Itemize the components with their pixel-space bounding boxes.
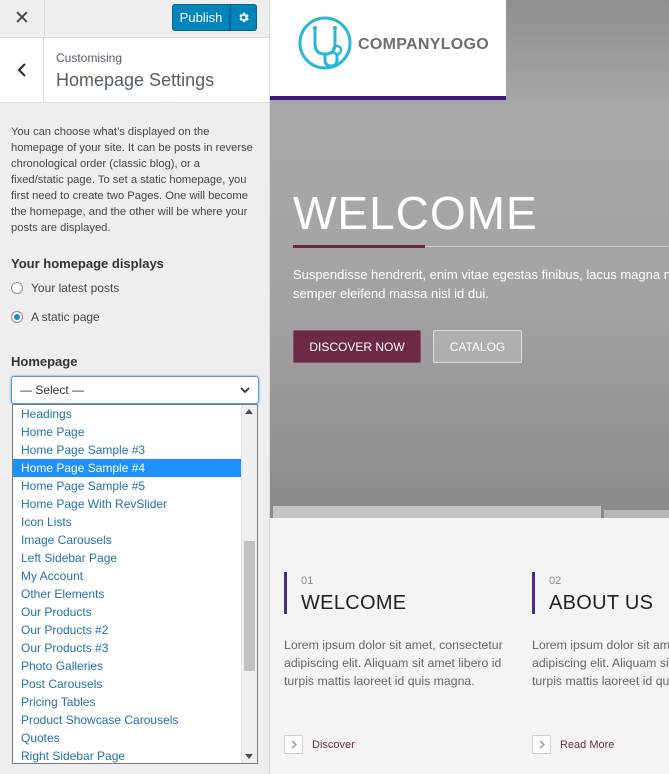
dropdown-option[interactable]: Quotes bbox=[13, 729, 243, 747]
dropdown-option[interactable]: Headings bbox=[13, 405, 243, 423]
link-label[interactable]: Read More bbox=[560, 739, 614, 751]
hero-divider-accent bbox=[293, 245, 425, 248]
dropdown-option[interactable]: Home Page Sample #4 bbox=[13, 459, 243, 477]
dropdown-scrollbar[interactable] bbox=[241, 405, 257, 763]
section-header: Customising Homepage Settings bbox=[0, 38, 269, 103]
back-button[interactable] bbox=[0, 38, 44, 102]
homepage-select-label: Homepage bbox=[11, 354, 78, 369]
feature-column-welcome: 01 WELCOME Lorem ipsum dolor sit amet, c… bbox=[270, 518, 510, 774]
hero-title: WELCOME bbox=[293, 187, 538, 239]
dropdown-option[interactable]: Other Elements bbox=[13, 585, 243, 603]
chevron-right-icon bbox=[284, 735, 303, 754]
radio-label: Your latest posts bbox=[31, 281, 120, 295]
dropdown-option[interactable]: Our Products #2 bbox=[13, 621, 243, 639]
close-icon: ✕ bbox=[14, 8, 30, 29]
section-kicker: Customising bbox=[56, 51, 123, 65]
select-value: — Select — bbox=[20, 383, 85, 397]
column-number: 02 bbox=[549, 575, 562, 587]
features-section: 01 WELCOME Lorem ipsum dolor sit amet, c… bbox=[270, 518, 669, 774]
dropdown-option[interactable]: Home Page bbox=[13, 423, 243, 441]
column-number: 01 bbox=[301, 575, 314, 587]
dropdown-option[interactable]: Image Carousels bbox=[13, 531, 243, 549]
site-logo[interactable]: COMPANYLOGO bbox=[270, 0, 506, 100]
dropdown-option[interactable]: Left Sidebar Page bbox=[13, 549, 243, 567]
dropdown-option[interactable]: Our Products #3 bbox=[13, 639, 243, 657]
radio-label: A static page bbox=[31, 310, 100, 324]
radio-static-page[interactable]: A static page bbox=[11, 310, 100, 324]
read-more-link[interactable]: Read More bbox=[532, 735, 614, 754]
close-customizer-button[interactable]: ✕ bbox=[0, 0, 45, 37]
radio-button[interactable] bbox=[11, 282, 23, 294]
dropdown-option[interactable]: Home Page Sample #5 bbox=[13, 477, 243, 495]
dropdown-option[interactable]: Icon Lists bbox=[13, 513, 243, 531]
site-preview: COMPANYLOGO WELCOME Suspendisse hendreri… bbox=[270, 0, 669, 774]
homepage-displays-label: Your homepage displays bbox=[11, 256, 164, 271]
gear-icon bbox=[239, 12, 249, 23]
scrollbar-thumb[interactable] bbox=[244, 541, 255, 671]
dropdown-option[interactable]: Post Carousels bbox=[13, 675, 243, 693]
discover-now-button[interactable]: DISCOVER NOW bbox=[293, 330, 421, 363]
customizer-header: ✕ Publish bbox=[0, 0, 269, 38]
dropdown-options: Headings Home Page Home Page Sample #3 Home… bbox=[13, 405, 243, 763]
dropdown-option[interactable]: Home Page Sample #3 bbox=[13, 441, 243, 459]
chevron-left-icon bbox=[16, 63, 26, 77]
homepage-select[interactable]: — Select — bbox=[11, 376, 259, 404]
publish-button-group: Publish bbox=[172, 4, 257, 31]
dropdown-option[interactable]: Our Products bbox=[13, 603, 243, 621]
logo-text: COMPANYLOGO bbox=[358, 36, 490, 53]
column-title: WELCOME bbox=[301, 592, 407, 614]
scroll-up-arrow-icon[interactable] bbox=[245, 409, 253, 414]
customizer-sidebar: ✕ Publish Customising Homepage Settings … bbox=[0, 0, 270, 774]
dropdown-option[interactable]: Home Page With RevSlider bbox=[13, 495, 243, 513]
hero-text: Suspendisse hendrerit, enim vitae egesta… bbox=[293, 267, 669, 301]
section-title: Homepage Settings bbox=[56, 70, 215, 90]
link-label[interactable]: Discover bbox=[312, 739, 355, 751]
section-description: You can choose what’s displayed on the h… bbox=[11, 126, 253, 234]
publish-settings-button[interactable] bbox=[230, 4, 257, 31]
column-accent-bar bbox=[284, 572, 287, 614]
chevron-right-icon bbox=[532, 735, 551, 754]
dropdown-option[interactable]: Right Sidebar Page bbox=[13, 747, 243, 763]
homepage-dropdown-list[interactable]: Headings Home Page Home Page Sample #3 Home… bbox=[12, 404, 258, 764]
hero-section: COMPANYLOGO WELCOME Suspendisse hendreri… bbox=[270, 0, 669, 518]
chevron-down-icon bbox=[240, 387, 250, 394]
slider-tab[interactable] bbox=[604, 510, 669, 518]
column-text: Lorem ipsum dolor sit amet, consectetur … bbox=[284, 638, 503, 688]
radio-button[interactable] bbox=[11, 311, 23, 323]
column-title: ABOUT US bbox=[549, 592, 654, 614]
catalog-button[interactable]: CATALOG bbox=[433, 330, 522, 363]
column-text: Lorem ipsum dolor sit amet, consectetur … bbox=[532, 638, 669, 688]
stethoscope-logo-icon bbox=[298, 16, 352, 70]
column-accent-bar bbox=[532, 572, 535, 614]
radio-latest-posts[interactable]: Your latest posts bbox=[11, 281, 119, 295]
dropdown-option[interactable]: My Account bbox=[13, 567, 243, 585]
dropdown-option[interactable]: Product Showcase Carousels bbox=[13, 711, 243, 729]
feature-column-about: 02 ABOUT US Lorem ipsum dolor sit amet, … bbox=[518, 518, 669, 774]
discover-link[interactable]: Discover bbox=[284, 735, 355, 754]
dropdown-option[interactable]: Pricing Tables bbox=[13, 693, 243, 711]
scroll-down-arrow-icon[interactable] bbox=[245, 754, 253, 759]
publish-button[interactable]: Publish bbox=[172, 4, 230, 31]
dropdown-option[interactable]: Photo Galleries bbox=[13, 657, 243, 675]
slider-tab[interactable] bbox=[273, 506, 601, 518]
